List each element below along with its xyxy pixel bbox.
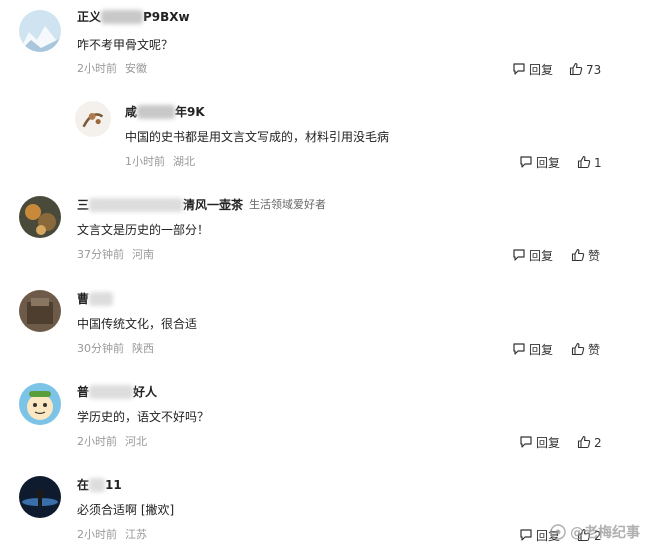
comment-location: 湖北 (173, 155, 195, 168)
avatar-image (19, 476, 61, 518)
comment-location: 陕西 (132, 342, 154, 355)
comment-text: 中国传统文化，很合适 (77, 317, 198, 331)
username[interactable]: 三清风一壶茶 生活领域爱好者 (77, 196, 326, 214)
avatar-image (19, 196, 61, 238)
reply-button[interactable]: 回复 (519, 434, 560, 452)
redacted-name (89, 478, 106, 492)
comment-time: 2小时前 (77, 435, 117, 448)
comment-text: 学历史的，语文不好吗？ (77, 410, 210, 424)
thumbs-up-icon (571, 248, 585, 262)
speech-bubble-icon (520, 529, 532, 541)
comment-location: 安徽 (125, 62, 147, 75)
comment-text: 咋不考甲骨文呢？ (77, 38, 174, 52)
speech-bubble-icon (513, 343, 525, 355)
comment-meta: 2小时前 江苏 (77, 527, 147, 543)
redacted-name (89, 292, 114, 306)
speech-bubble-icon (513, 249, 525, 261)
username[interactable]: 在 11 (77, 476, 122, 494)
comment-text: 文言文是历史的一部分！ (77, 223, 210, 237)
avatar[interactable] (19, 290, 61, 332)
thumbs-up-icon (577, 155, 591, 169)
avatar[interactable] (19, 476, 61, 518)
username[interactable]: 正义 P9BXw (77, 8, 190, 26)
speech-bubble-icon (520, 156, 532, 168)
comment-meta: 30分钟前 陕西 (77, 341, 154, 357)
avatar-image (19, 290, 61, 332)
comment-item: 在 11 必须合适啊 [撇欢] 2小时前 江苏 回复 2 (0, 468, 650, 558)
comment-item: 正义 P9BXw 咋不考甲骨文呢？ 2小时前 安徽 回复 73 (0, 0, 650, 90)
speech-bubble-icon (513, 63, 525, 75)
thumbs-up-icon (577, 435, 591, 449)
like-button[interactable]: 1 (577, 154, 602, 172)
redacted-name (137, 105, 176, 119)
avatar-image (19, 383, 61, 425)
comment-location: 河北 (125, 435, 147, 448)
like-button[interactable]: 赞 (571, 247, 600, 265)
comment-time: 2小时前 (77, 528, 117, 541)
comment-time: 1小时前 (125, 155, 165, 168)
like-button[interactable]: 2 (577, 434, 602, 452)
comment-text: 必须合适啊 [撇欢] (77, 503, 175, 517)
avatar[interactable] (19, 196, 61, 238)
username[interactable]: 普好人 (77, 383, 157, 401)
comment-meta: 2小时前 安徽 (77, 61, 147, 77)
watermark-logo-icon (550, 524, 566, 540)
thumbs-up-icon (571, 342, 585, 356)
comment-item: 三清风一壶茶 生活领域爱好者 文言文是历史的一部分！ 37分钟前 河南 回复 赞 (0, 188, 650, 278)
comment-time: 37分钟前 (77, 248, 124, 261)
reply-button[interactable]: 回复 (512, 341, 553, 359)
reply-button[interactable]: 回复 (512, 61, 553, 79)
avatar[interactable] (19, 383, 61, 425)
redacted-name (101, 10, 144, 24)
redacted-name (89, 198, 184, 212)
redacted-name (89, 385, 134, 399)
user-badge: 生活领域爱好者 (249, 198, 327, 211)
like-button[interactable]: 73 (569, 61, 601, 79)
avatar-image (75, 101, 111, 137)
reply-button[interactable]: 回复 (512, 247, 553, 265)
like-button[interactable]: 赞 (571, 341, 600, 359)
comment-item: 普好人 学历史的，语文不好吗？ 2小时前 河北 回复 2 (0, 375, 650, 465)
reply-button[interactable]: 回复 (519, 154, 560, 172)
avatar[interactable] (75, 101, 111, 137)
comment-text: 中国的史书都是用文言文写成的，材料引用没毛病 (125, 130, 390, 144)
avatar[interactable] (19, 10, 61, 52)
speech-bubble-icon (520, 436, 532, 448)
comment-reply-item: 咸年9K 中国的史书都是用文言文写成的，材料引用没毛病 1小时前 湖北 回复 1 (0, 95, 650, 185)
username[interactable]: 曹 (77, 290, 114, 308)
comment-location: 江苏 (125, 528, 147, 541)
comment-meta: 1小时前 湖北 (125, 154, 195, 170)
watermark: @老梅纪事 (550, 522, 640, 542)
comment-location: 河南 (132, 248, 154, 261)
comment-meta: 2小时前 河北 (77, 434, 147, 450)
comment-meta: 37分钟前 河南 (77, 247, 154, 263)
comment-time: 30分钟前 (77, 342, 124, 355)
username[interactable]: 咸年9K (125, 103, 205, 121)
thumbs-up-icon (569, 62, 583, 76)
avatar-image (19, 10, 61, 52)
comment-item: 曹 中国传统文化，很合适 30分钟前 陕西 回复 赞 (0, 282, 650, 372)
comment-time: 2小时前 (77, 62, 117, 75)
